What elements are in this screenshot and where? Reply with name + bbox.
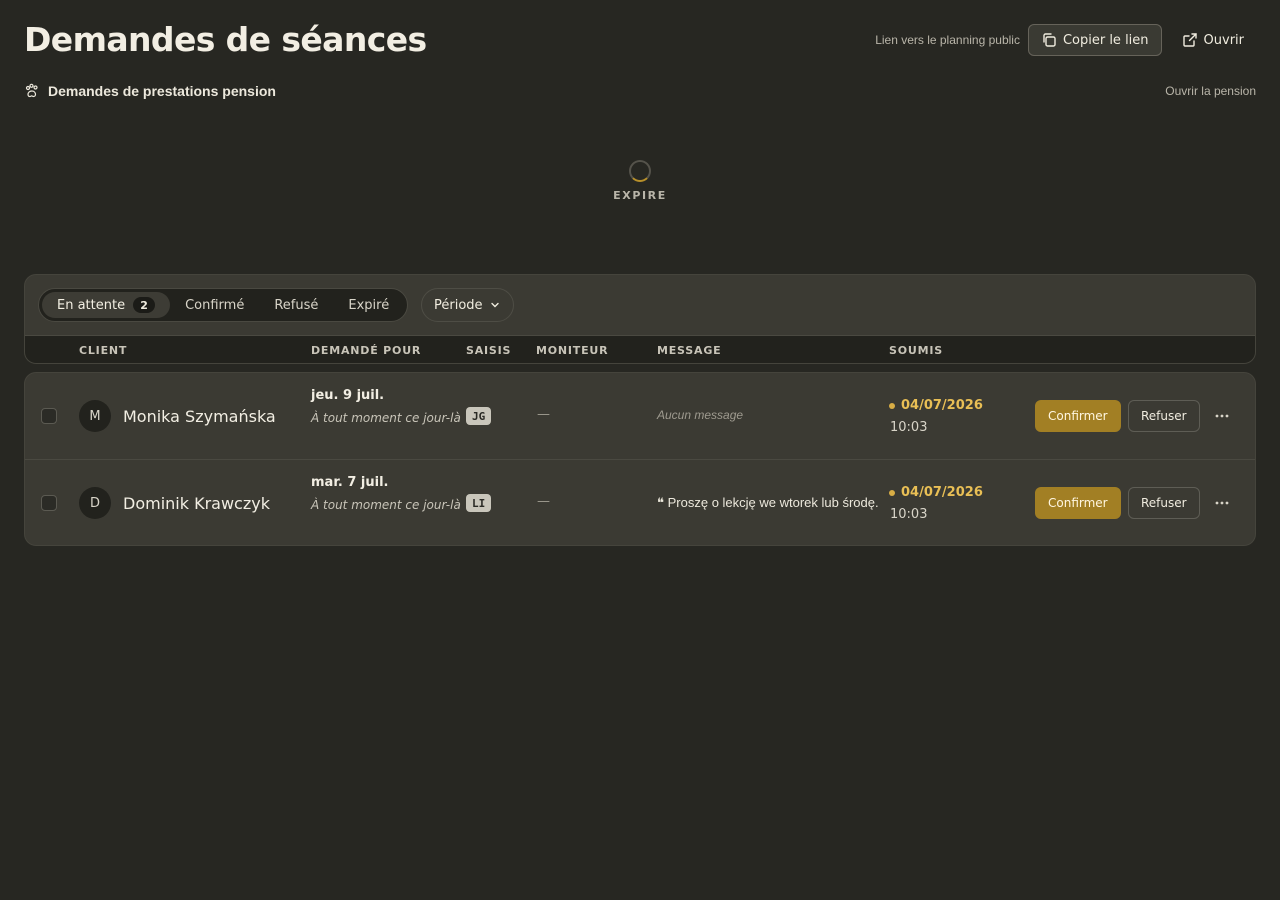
column-header-monitor[interactable]: MONITEUR bbox=[536, 344, 608, 357]
open-button[interactable]: Ouvrir bbox=[1170, 24, 1256, 56]
paw-icon bbox=[24, 83, 40, 99]
message-body: Proszę o lekcję we wtorek lub środę. bbox=[667, 495, 879, 510]
more-options-icon[interactable] bbox=[1211, 493, 1233, 513]
period-dropdown[interactable]: Période bbox=[421, 288, 514, 322]
page-title: Demandes de séances bbox=[24, 20, 427, 59]
new-indicator-dot bbox=[889, 489, 895, 496]
filter-bar: En attente 2 Confirmé Refusé Expiré Péri… bbox=[24, 274, 1256, 364]
client-name[interactable]: Monika Szymańska bbox=[123, 407, 276, 426]
refuse-button[interactable]: Refuser bbox=[1128, 400, 1200, 432]
public-link-label: Lien vers le planning public bbox=[875, 33, 1020, 47]
requested-date: mar. 7 juil. bbox=[311, 475, 389, 490]
requested-note: À tout moment ce jour-là bbox=[311, 411, 461, 425]
open-pension-link[interactable]: Ouvrir la pension bbox=[1165, 84, 1256, 98]
monitor-value: — bbox=[537, 494, 550, 509]
message-text: ❝ Proszę o lekcję we wtorek lub środę. bbox=[657, 495, 879, 511]
column-header-requested-for[interactable]: DEMANDÉ POUR bbox=[311, 344, 421, 357]
submitted-date-text: 04/07/2026 bbox=[901, 398, 983, 413]
tab-label: Confirmé bbox=[185, 297, 245, 313]
subtitle-text: Demandes de prestations pension bbox=[48, 83, 276, 99]
avatar: M bbox=[79, 400, 111, 432]
table-row: M Monika Szymańska jeu. 9 juil. À tout m… bbox=[25, 373, 1255, 459]
quote-icon: ❝ bbox=[657, 495, 664, 510]
column-header-entered-by[interactable]: SAISIS bbox=[466, 344, 511, 357]
tab-refuse[interactable]: Refusé bbox=[259, 292, 333, 318]
confirm-button[interactable]: Confirmer bbox=[1035, 487, 1121, 519]
column-header-submitted[interactable]: SOUMIS bbox=[889, 344, 943, 357]
count-badge: 2 bbox=[133, 297, 156, 313]
table-row: D Dominik Krawczyk mar. 7 juil. À tout m… bbox=[25, 459, 1255, 545]
chevron-down-icon bbox=[489, 299, 501, 311]
monitor-value: — bbox=[537, 407, 550, 422]
tab-label: Expiré bbox=[348, 297, 390, 313]
tab-label: En attente bbox=[57, 297, 126, 313]
message-text: Aucun message bbox=[657, 408, 744, 422]
tab-expire[interactable]: Expiré bbox=[333, 292, 404, 318]
row-checkbox[interactable] bbox=[41, 495, 57, 511]
section-subtitle: Demandes de prestations pension bbox=[24, 82, 276, 100]
copy-link-button[interactable]: Copier le lien bbox=[1027, 24, 1162, 56]
requested-date: jeu. 9 juil. bbox=[311, 388, 385, 403]
copy-icon bbox=[1041, 32, 1057, 48]
submitted-time: 10:03 bbox=[890, 420, 928, 435]
loading-status-label: EXPIRE bbox=[613, 189, 667, 202]
header-actions: Lien vers le planning public Copier le l… bbox=[875, 24, 1256, 56]
column-header-client[interactable]: CLIENT bbox=[79, 344, 127, 357]
loading-spinner-icon bbox=[629, 160, 651, 182]
tab-en-attente[interactable]: En attente 2 bbox=[42, 292, 171, 318]
tab-label: Refusé bbox=[274, 297, 319, 313]
more-options-icon[interactable] bbox=[1211, 406, 1233, 426]
confirm-button[interactable]: Confirmer bbox=[1035, 400, 1121, 432]
new-indicator-dot bbox=[889, 402, 895, 409]
status-segmented-control: En attente 2 Confirmé Refusé Expiré bbox=[38, 288, 409, 322]
refuse-button[interactable]: Refuser bbox=[1128, 487, 1200, 519]
requests-table: M Monika Szymańska jeu. 9 juil. À tout m… bbox=[24, 372, 1256, 546]
column-header-message[interactable]: MESSAGE bbox=[657, 344, 721, 357]
open-label: Ouvrir bbox=[1203, 32, 1244, 48]
period-label: Période bbox=[434, 297, 483, 313]
entered-by-badge: JG bbox=[466, 407, 492, 425]
submitted-date: 04/07/2026 bbox=[889, 398, 983, 413]
tab-confirme[interactable]: Confirmé bbox=[170, 292, 259, 318]
table-header: CLIENT DEMANDÉ POUR SAISIS MONITEUR MESS… bbox=[25, 335, 1255, 363]
submitted-date: 04/07/2026 bbox=[889, 485, 983, 500]
avatar: D bbox=[79, 487, 111, 519]
entered-by-badge: LI bbox=[466, 494, 492, 512]
copy-link-label: Copier le lien bbox=[1062, 32, 1149, 48]
row-checkbox[interactable] bbox=[41, 408, 57, 424]
requested-note: À tout moment ce jour-là bbox=[311, 498, 461, 512]
submitted-date-text: 04/07/2026 bbox=[901, 485, 983, 500]
client-name[interactable]: Dominik Krawczyk bbox=[123, 494, 270, 513]
external-link-icon bbox=[1182, 32, 1198, 48]
submitted-time: 10:03 bbox=[890, 507, 928, 522]
